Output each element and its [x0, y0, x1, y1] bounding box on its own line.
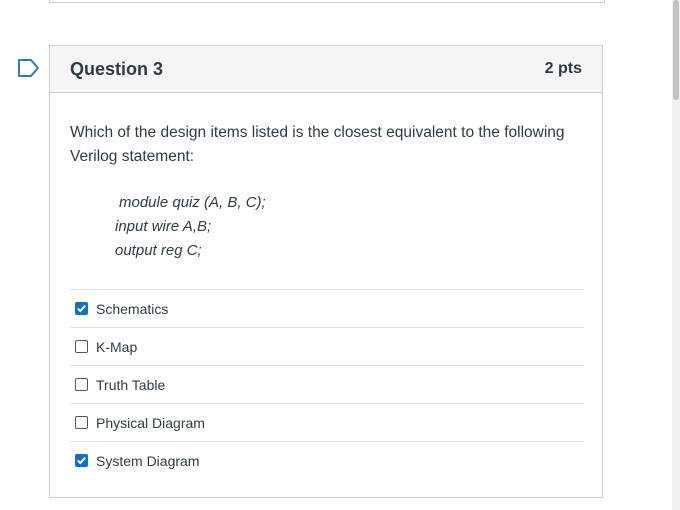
scrollbar-thumb[interactable]: [673, 0, 679, 100]
question-points: 2 pts: [544, 60, 582, 77]
answer-label: Truth Table: [96, 376, 166, 393]
question-card: Question 3 2 pts Which of the design ite…: [49, 45, 603, 498]
checkmark-icon: [77, 304, 86, 313]
answer-label: Schematics: [96, 300, 169, 317]
page-scrollbar[interactable]: [672, 0, 680, 510]
checkbox-unchecked[interactable]: [75, 378, 88, 391]
checkbox-checked[interactable]: [75, 454, 88, 467]
checkmark-icon: [77, 456, 86, 465]
answer-label: Physical Diagram: [96, 414, 205, 431]
answer-option-physical-diagram[interactable]: Physical Diagram: [70, 403, 584, 441]
code-line: module quiz (A, B, C);: [119, 194, 266, 211]
question-title: Question 3: [70, 58, 164, 79]
code-line: input wire A,B;: [115, 218, 212, 235]
checkbox-unchecked[interactable]: [75, 416, 88, 429]
answer-option-schematics[interactable]: Schematics: [70, 289, 584, 327]
checkbox-checked[interactable]: [75, 302, 88, 315]
code-line: output reg C;: [115, 242, 202, 259]
answer-label: K-Map: [96, 338, 138, 355]
question-text: Which of the design items listed is the …: [70, 124, 565, 165]
answer-option-system-diagram[interactable]: System Diagram: [70, 441, 584, 479]
flag-question-icon[interactable]: [17, 58, 41, 78]
answer-option-truth-table[interactable]: Truth Table: [70, 365, 584, 403]
answer-option-k-map[interactable]: K-Map: [70, 327, 584, 365]
previous-question-card-edge: [49, 0, 605, 3]
answer-list: Schematics K-Map Truth Table Physical Di…: [70, 289, 584, 479]
question-body: Which of the design items listed is the …: [50, 121, 602, 263]
answer-label: System Diagram: [96, 452, 200, 469]
question-header: Question 3 2 pts: [50, 46, 602, 93]
checkbox-unchecked[interactable]: [75, 340, 88, 353]
verilog-code-block: module quiz (A, B, C); input wire A,B; o…: [115, 191, 582, 263]
